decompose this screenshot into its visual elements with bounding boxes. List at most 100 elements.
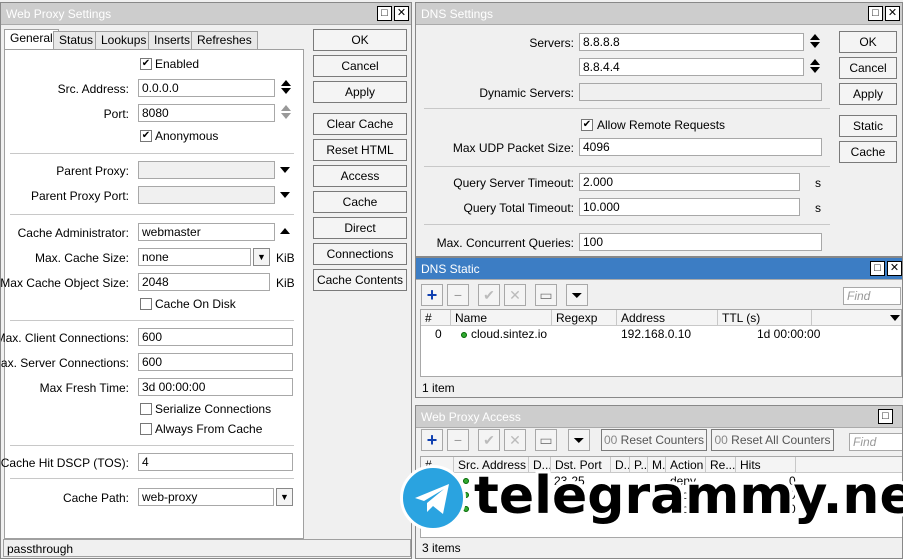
tab-inserts[interactable]: Inserts [148, 31, 197, 50]
tab-general[interactable]: General [4, 29, 59, 49]
cache-on-disk-checkbox[interactable] [140, 298, 152, 310]
column-header[interactable]: # [421, 310, 451, 326]
maximize-icon[interactable]: □ [868, 6, 883, 21]
maximize-icon[interactable]: □ [870, 261, 885, 276]
cache-admin-field[interactable]: webmaster [138, 223, 275, 241]
maximize-icon[interactable]: □ [878, 409, 893, 424]
anonymous-checkbox[interactable]: ✔ [140, 130, 152, 142]
connections-button[interactable]: Connections [313, 243, 407, 265]
parent-proxy-port-field[interactable] [138, 186, 275, 204]
servers-label: Servers: [529, 36, 574, 50]
close-icon[interactable]: ✕ [887, 261, 902, 276]
server-1-spinner-icon[interactable] [809, 33, 821, 51]
always-from-cache-checkbox[interactable] [140, 423, 152, 435]
max-udp-field[interactable]: 4096 [579, 138, 822, 156]
cache-contents-button[interactable]: Cache Contents [313, 269, 407, 291]
query-total-timeout-field[interactable]: 10.000 [579, 198, 800, 216]
row-ttl: 1d 00:00:00 [757, 327, 821, 341]
add-icon[interactable]: + [421, 284, 443, 306]
query-total-timeout-unit: s [815, 201, 821, 215]
dns-ok-button[interactable]: OK [839, 31, 897, 53]
dns-cancel-button[interactable]: Cancel [839, 57, 897, 79]
server-2-field[interactable]: 8.8.4.4 [579, 58, 804, 76]
filter-icon[interactable]: ⏷ [568, 429, 590, 451]
cancel-button[interactable]: Cancel [313, 55, 407, 77]
disable-icon[interactable]: ✕ [504, 429, 526, 451]
enable-icon[interactable]: ✔ [478, 429, 500, 451]
dns-titlebar[interactable]: DNS Settings □ ✕ [416, 3, 902, 25]
filter-icon[interactable]: ⏷ [566, 284, 588, 306]
query-server-timeout-unit: s [815, 176, 821, 190]
dscp-field[interactable]: 4 [138, 453, 293, 471]
max-fresh-time-field[interactable]: 3d 00:00:00 [138, 378, 293, 396]
tab-status[interactable]: Status [53, 31, 100, 50]
dns-static-window: DNS Static □ ✕ + − ✔ ✕ ▭ ⏷ Find # Name R… [415, 257, 903, 398]
cache-admin-collapse-icon[interactable] [280, 228, 290, 234]
column-header[interactable]: Name [451, 310, 552, 326]
find-field[interactable]: Find [849, 433, 902, 451]
column-header[interactable]: TTL (s) [718, 310, 812, 326]
reset-all-counters-button[interactable]: 00 Reset All Counters [711, 429, 834, 451]
clear-cache-button[interactable]: Clear Cache [313, 113, 407, 135]
access-button[interactable]: Access [313, 165, 407, 187]
enabled-checkbox[interactable]: ✔ [140, 58, 152, 70]
reset-counters-button[interactable]: 00 Reset Counters [601, 429, 707, 451]
dns-apply-button[interactable]: Apply [839, 83, 897, 105]
close-icon[interactable]: ✕ [885, 6, 900, 21]
max-cache-object-field[interactable]: 2048 [138, 273, 270, 291]
dynamic-servers-label: Dynamic Servers: [479, 86, 574, 100]
reset-html-button[interactable]: Reset HTML [313, 139, 407, 161]
remove-icon[interactable]: − [447, 429, 469, 451]
cache-admin-label: Cache Administrator: [17, 226, 129, 240]
disable-icon[interactable]: ✕ [504, 284, 526, 306]
src-address-spinner-icon[interactable] [280, 79, 292, 97]
dns-static-titlebar[interactable]: DNS Static □ ✕ [416, 258, 902, 280]
max-cache-size-dropdown-icon[interactable]: ▼ [253, 248, 270, 266]
dns-cache-button[interactable]: Cache [839, 141, 897, 163]
find-field[interactable]: Find [843, 287, 901, 305]
max-server-connections-label: Max. Server Connections: [0, 356, 129, 370]
max-cache-size-field[interactable]: none [138, 248, 251, 266]
max-concurrent-field[interactable]: 100 [579, 233, 822, 251]
serialize-connections-checkbox[interactable] [140, 403, 152, 415]
apply-button[interactable]: Apply [313, 81, 407, 103]
comment-icon[interactable]: ▭ [535, 429, 557, 451]
query-server-timeout-field[interactable]: 2.000 [579, 173, 800, 191]
column-header[interactable]: Address [617, 310, 718, 326]
table-row[interactable]: 0 cloud.sintez.io 192.168.0.10 1d 00:00:… [421, 327, 901, 342]
port-field[interactable]: 8080 [138, 104, 275, 122]
tab-refreshes[interactable]: Refreshes [191, 31, 258, 50]
columns-dropdown-icon[interactable] [890, 315, 900, 321]
proxy-access-titlebar[interactable]: Web Proxy Access □ [416, 406, 902, 428]
column-header[interactable]: Regexp [552, 310, 617, 326]
cache-button[interactable]: Cache [313, 191, 407, 213]
parent-proxy-dropdown-icon[interactable] [280, 167, 290, 173]
cache-path-field[interactable]: web-proxy [138, 488, 274, 506]
max-client-connections-field[interactable]: 600 [138, 328, 293, 346]
parent-proxy-port-dropdown-icon[interactable] [280, 192, 290, 198]
close-icon[interactable]: ✕ [394, 6, 409, 21]
comment-icon[interactable]: ▭ [535, 284, 557, 306]
cache-path-dropdown-icon[interactable]: ▼ [276, 488, 293, 506]
maximize-icon[interactable]: □ [377, 6, 392, 21]
server-1-field[interactable]: 8.8.8.8 [579, 33, 804, 51]
ok-button[interactable]: OK [313, 29, 407, 51]
tab-lookups[interactable]: Lookups [95, 31, 153, 50]
enable-icon[interactable]: ✔ [478, 284, 500, 306]
direct-button[interactable]: Direct [313, 217, 407, 239]
server-2-spinner-icon[interactable] [809, 58, 821, 76]
port-spinner-icon[interactable] [280, 104, 292, 122]
parent-proxy-field[interactable] [138, 161, 275, 179]
dns-static-table: # Name Regexp Address TTL (s) 0 cloud.si… [420, 309, 902, 377]
allow-remote-checkbox[interactable]: ✔ [581, 119, 593, 131]
web-proxy-titlebar[interactable]: Web Proxy Settings □ ✕ [1, 3, 411, 25]
remove-icon[interactable]: − [447, 284, 469, 306]
src-address-field[interactable]: 0.0.0.0 [138, 79, 275, 97]
dns-static-button[interactable]: Static [839, 115, 897, 137]
max-cache-object-label: Max Cache Object Size: [0, 276, 129, 290]
status-text: passthrough [7, 542, 74, 556]
max-cache-size-unit: KiB [276, 251, 295, 265]
cache-on-disk-label: Cache On Disk [155, 297, 236, 311]
max-server-connections-field[interactable]: 600 [138, 353, 293, 371]
add-icon[interactable]: + [421, 429, 443, 451]
